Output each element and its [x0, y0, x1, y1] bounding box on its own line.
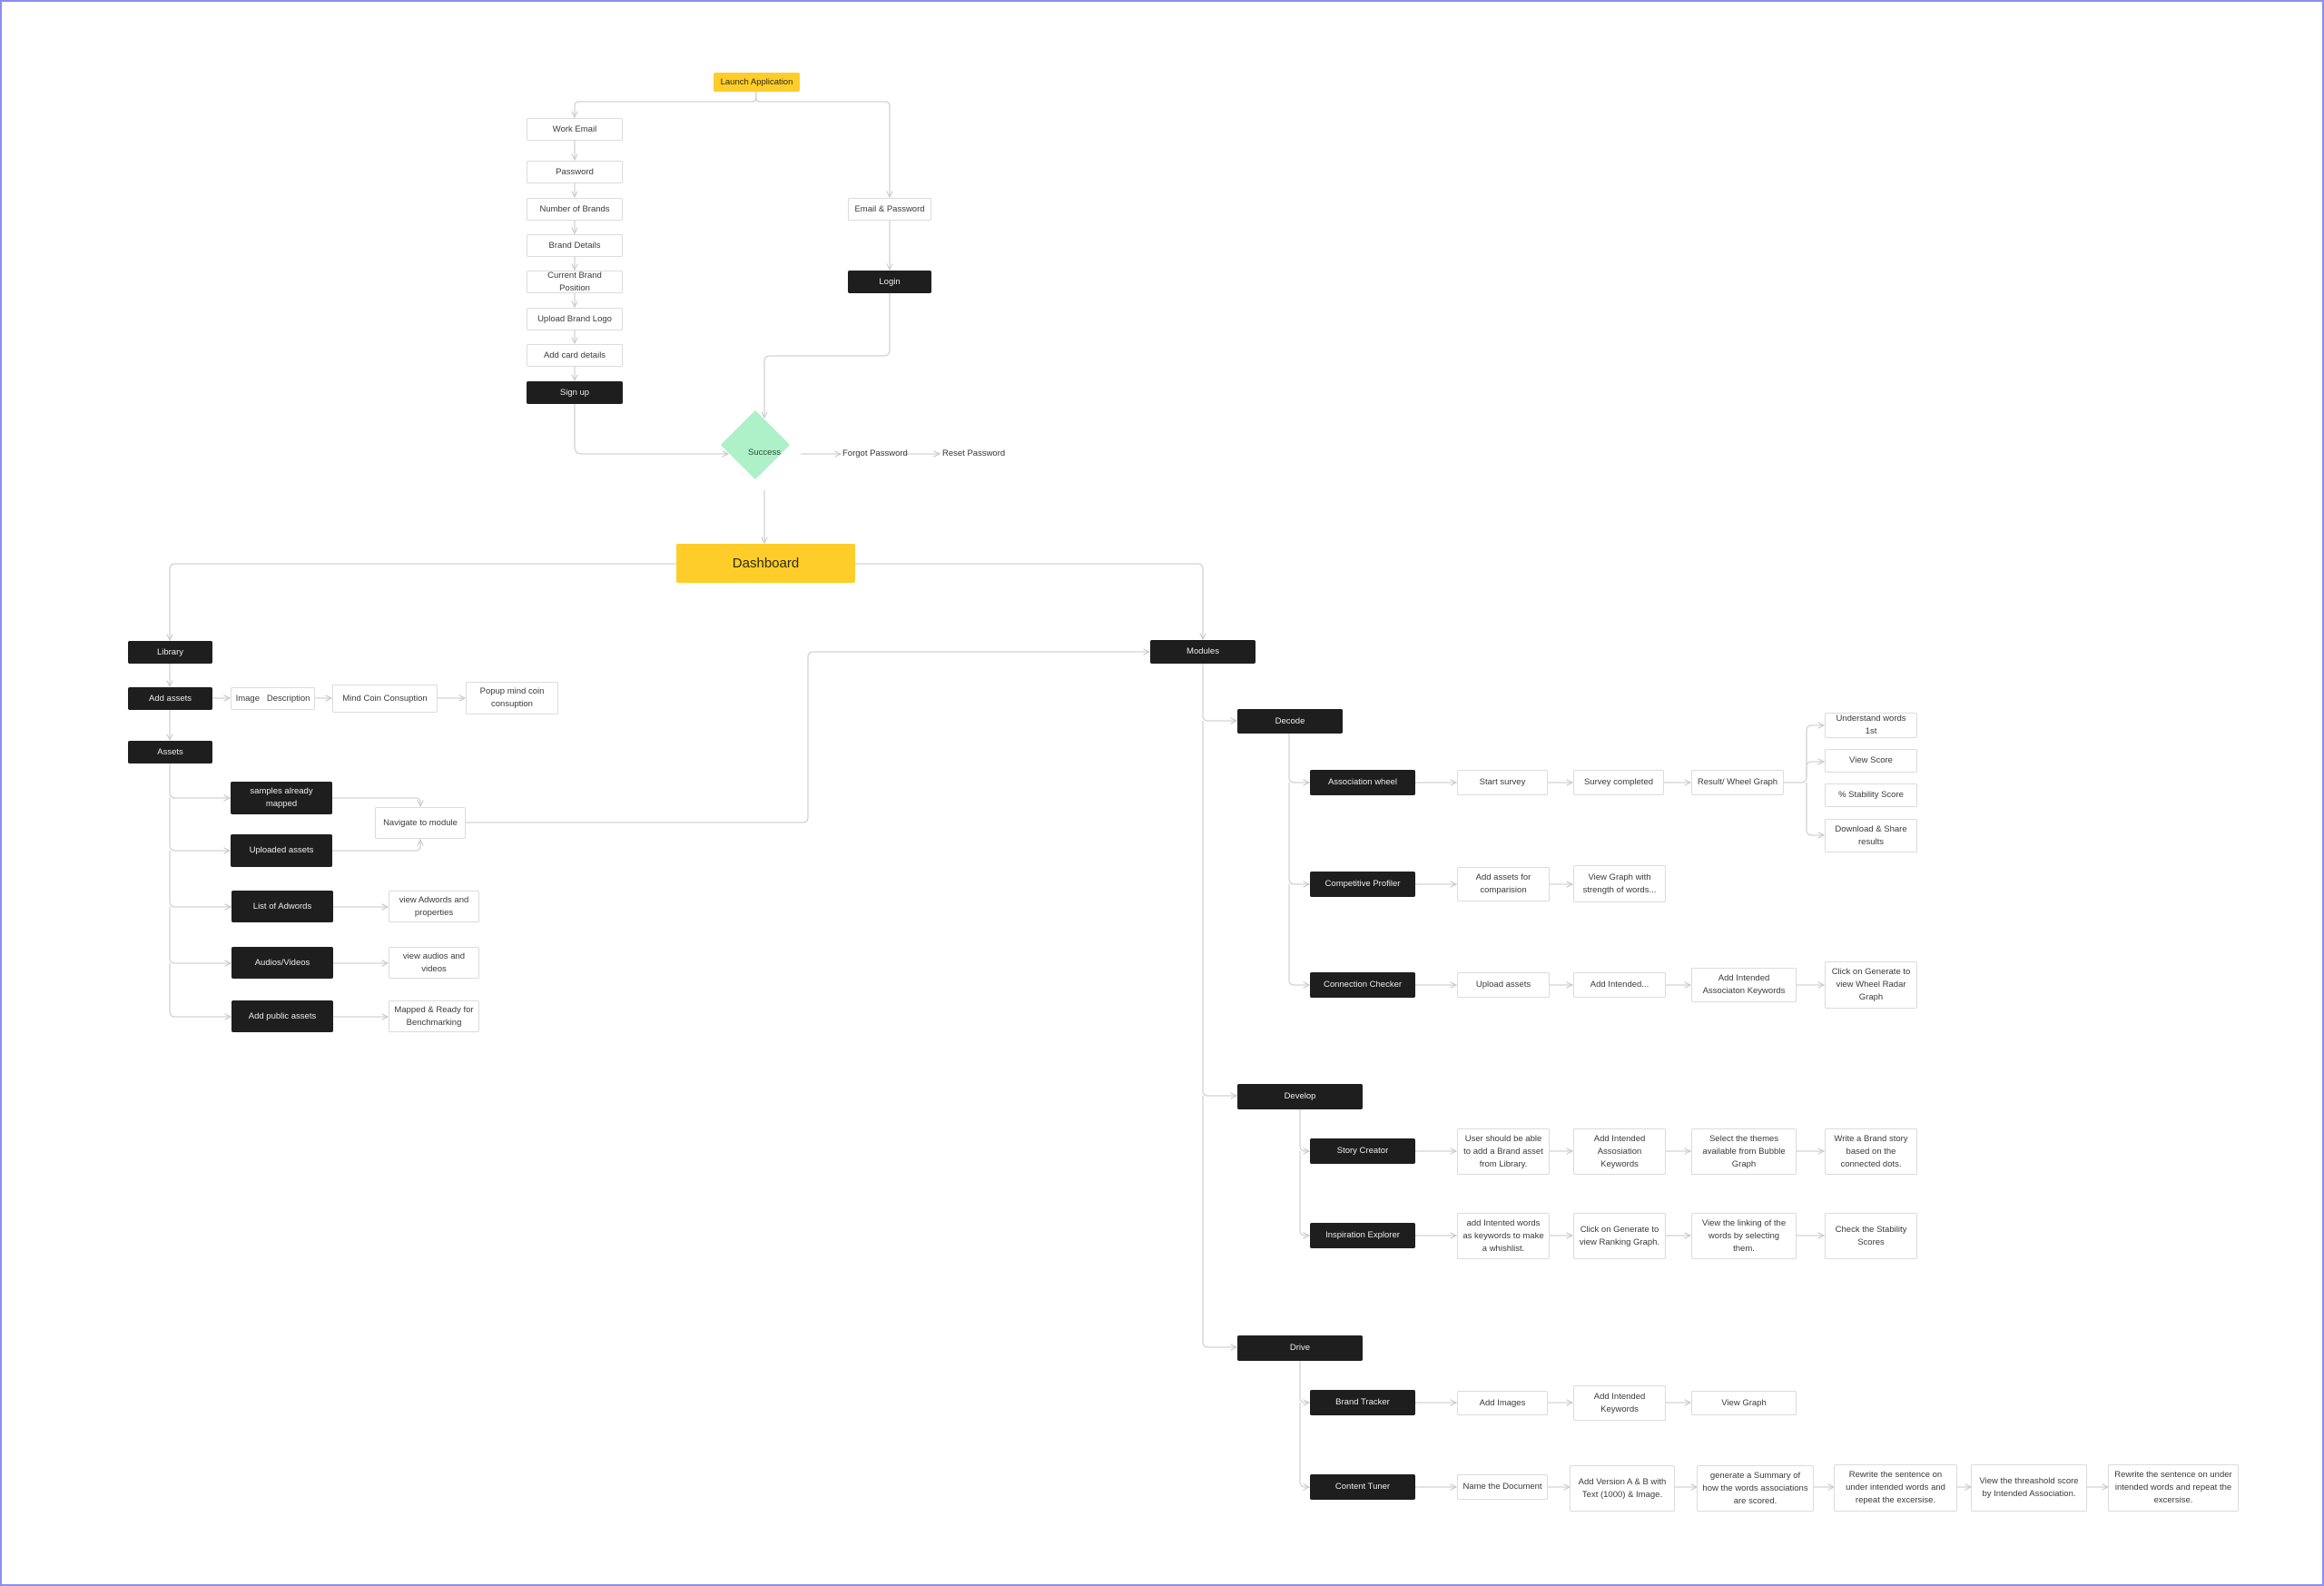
signup-step-password[interactable]: Password [527, 161, 623, 183]
tuner-step-add-versions[interactable]: Add Version A & B with Text (1000) & Ima… [1570, 1465, 1675, 1512]
connector [1299, 1109, 1309, 1151]
inspiration-step-stability[interactable]: Check the Stability Scores [1825, 1213, 1917, 1259]
add-assets-comparison-node[interactable]: Add assets for comparision [1457, 867, 1550, 901]
connector [1299, 1151, 1309, 1236]
tracker-step-add-keywords[interactable]: Add Intended Keywords [1573, 1385, 1666, 1421]
login-step-email-password[interactable]: Email & Password [848, 198, 931, 221]
connection-checker-node[interactable]: Connection Checker [1310, 972, 1415, 998]
asset-item-samples-mapped[interactable]: samples already mapped [231, 782, 332, 814]
asset-item-uploaded-assets[interactable]: Uploaded assets [231, 834, 332, 867]
add-assets-node[interactable]: Add assets [128, 687, 212, 710]
competitive-profiler-node[interactable]: Competitive Profiler [1310, 872, 1415, 897]
connector [466, 652, 1149, 823]
inspiration-explorer-node[interactable]: Inspiration Explorer [1310, 1223, 1415, 1248]
result-wheel-graph-node[interactable]: Result/ Wheel Graph [1691, 770, 1784, 795]
connector [170, 563, 676, 640]
develop-node[interactable]: Develop [1237, 1084, 1363, 1109]
connector [1202, 721, 1236, 1096]
launch-application-node[interactable]: Launch Application [714, 73, 800, 92]
connector [1299, 1403, 1309, 1487]
upload-assets-node[interactable]: Upload assets [1457, 972, 1550, 998]
popup-mind-coin-node[interactable]: Popup mind coin consuption [466, 682, 558, 714]
reset-password-label[interactable]: Reset Password [942, 448, 1005, 458]
view-audios-videos-node[interactable]: view audios and videos [389, 947, 479, 979]
connector [574, 404, 728, 454]
connector [169, 963, 231, 1017]
signup-step-current-brand-position[interactable]: Current Brand Position [527, 271, 623, 293]
connector [1806, 783, 1824, 835]
drive-node[interactable]: Drive [1237, 1335, 1363, 1361]
forgot-password-label[interactable]: Forgot Password [842, 448, 908, 458]
assets-node[interactable]: Assets [128, 741, 212, 763]
connector [1288, 884, 1309, 985]
tuner-step-rewrite-2[interactable]: Rewrite the sentence on under intended w… [2108, 1464, 2239, 1512]
connector [575, 92, 757, 117]
association-wheel-node[interactable]: Association wheel [1310, 770, 1415, 795]
view-score-node[interactable]: View Score [1825, 749, 1917, 773]
connector [1202, 1096, 1236, 1347]
library-node[interactable]: Library [128, 641, 212, 664]
login-node[interactable]: Login [848, 271, 931, 293]
mapped-ready-node[interactable]: Mapped & Ready for Benchmarking [389, 1000, 479, 1032]
add-intended-node[interactable]: Add Intended... [1573, 972, 1666, 998]
story-step-select-themes[interactable]: Select the themes available from Bubble … [1691, 1128, 1797, 1175]
brand-tracker-node[interactable]: Brand Tracker [1310, 1390, 1415, 1415]
connector [855, 563, 1203, 639]
connector [332, 797, 420, 806]
story-step-add-keywords[interactable]: Add Intended Assosiation Keywords [1573, 1128, 1666, 1175]
signup-step-add-card-details[interactable]: Add card details [527, 344, 623, 367]
download-share-node[interactable]: Download & Share results [1825, 819, 1917, 852]
connector [1806, 762, 1824, 777]
generate-wheel-radar-node[interactable]: Click on Generate to view Wheel Radar Gr… [1825, 961, 1917, 1009]
tuner-step-rewrite-1[interactable]: Rewrite the sentence on under intended w… [1834, 1464, 1957, 1512]
connector [1299, 1361, 1309, 1403]
inspiration-step-add-words[interactable]: add Intented words as keywords to make a… [1457, 1213, 1550, 1259]
connector [169, 907, 231, 963]
understand-words-node[interactable]: Understand words 1st [1825, 713, 1917, 738]
signup-step-work-email[interactable]: Work Email [527, 118, 623, 141]
connector [1288, 783, 1309, 884]
connector [169, 798, 230, 851]
signup-step-number-of-brands[interactable]: Number of Brands [527, 198, 623, 221]
connector [169, 763, 230, 798]
content-tuner-node[interactable]: Content Tuner [1310, 1474, 1415, 1500]
connector [169, 851, 231, 907]
connector [332, 840, 420, 852]
dashboard-node[interactable]: Dashboard [676, 544, 855, 583]
story-step-add-brand-asset[interactable]: User should be able to add a Brand asset… [1457, 1128, 1550, 1175]
tuner-step-threshold-score[interactable]: View the threashold score by Intended As… [1971, 1464, 2087, 1512]
signup-step-upload-brand-logo[interactable]: Upload Brand Logo [527, 308, 623, 330]
asset-item-add-public-assets[interactable]: Add public assets [231, 1000, 333, 1032]
connector-layer [0, 92, 2324, 1586]
connector [755, 92, 890, 197]
inspiration-step-ranking-graph[interactable]: Click on Generate to view Ranking Graph. [1573, 1213, 1666, 1259]
mind-coin-consumption-node[interactable]: Mind Coin Consuption [332, 685, 438, 713]
start-survey-node[interactable]: Start survey [1457, 770, 1548, 795]
tuner-step-generate-summary[interactable]: generate a Summary of how the words asso… [1697, 1465, 1814, 1512]
signup-step-brand-details[interactable]: Brand Details [527, 234, 623, 257]
stability-score-node[interactable]: % Stability Score [1825, 783, 1917, 807]
survey-completed-node[interactable]: Survey completed [1573, 770, 1664, 795]
inspiration-step-view-linking[interactable]: View the linking of the words by selecti… [1691, 1213, 1797, 1259]
asset-item-audios-videos[interactable]: Audios/Videos [231, 947, 333, 979]
success-decision-label: Success [748, 448, 781, 458]
tuner-step-name-document[interactable]: Name the Document [1457, 1474, 1548, 1500]
connector [1288, 734, 1309, 783]
tracker-step-view-graph[interactable]: View Graph [1691, 1391, 1797, 1415]
connector [764, 293, 891, 418]
tracker-step-add-images[interactable]: Add Images [1457, 1391, 1548, 1415]
asset-item-list-of-adwords[interactable]: List of Adwords [231, 891, 333, 922]
story-creator-node[interactable]: Story Creator [1310, 1138, 1415, 1164]
modules-node[interactable]: Modules [1150, 640, 1256, 664]
navigate-to-module-node[interactable]: Navigate to module [375, 807, 466, 839]
story-step-write-story[interactable]: Write a Brand story based on the connect… [1825, 1128, 1917, 1175]
view-graph-strength-node[interactable]: View Graph with strength of words... [1573, 865, 1666, 902]
signup-node[interactable]: Sign up [527, 381, 623, 404]
connector [1202, 664, 1236, 721]
connector [1784, 725, 1824, 783]
decode-node[interactable]: Decode [1237, 709, 1343, 734]
add-intended-association-keywords-node[interactable]: Add Intended Associaton Keywords [1691, 968, 1797, 1002]
view-adwords-node[interactable]: view Adwords and properties [389, 891, 479, 922]
image-description-node[interactable]: Image Description [231, 687, 315, 710]
